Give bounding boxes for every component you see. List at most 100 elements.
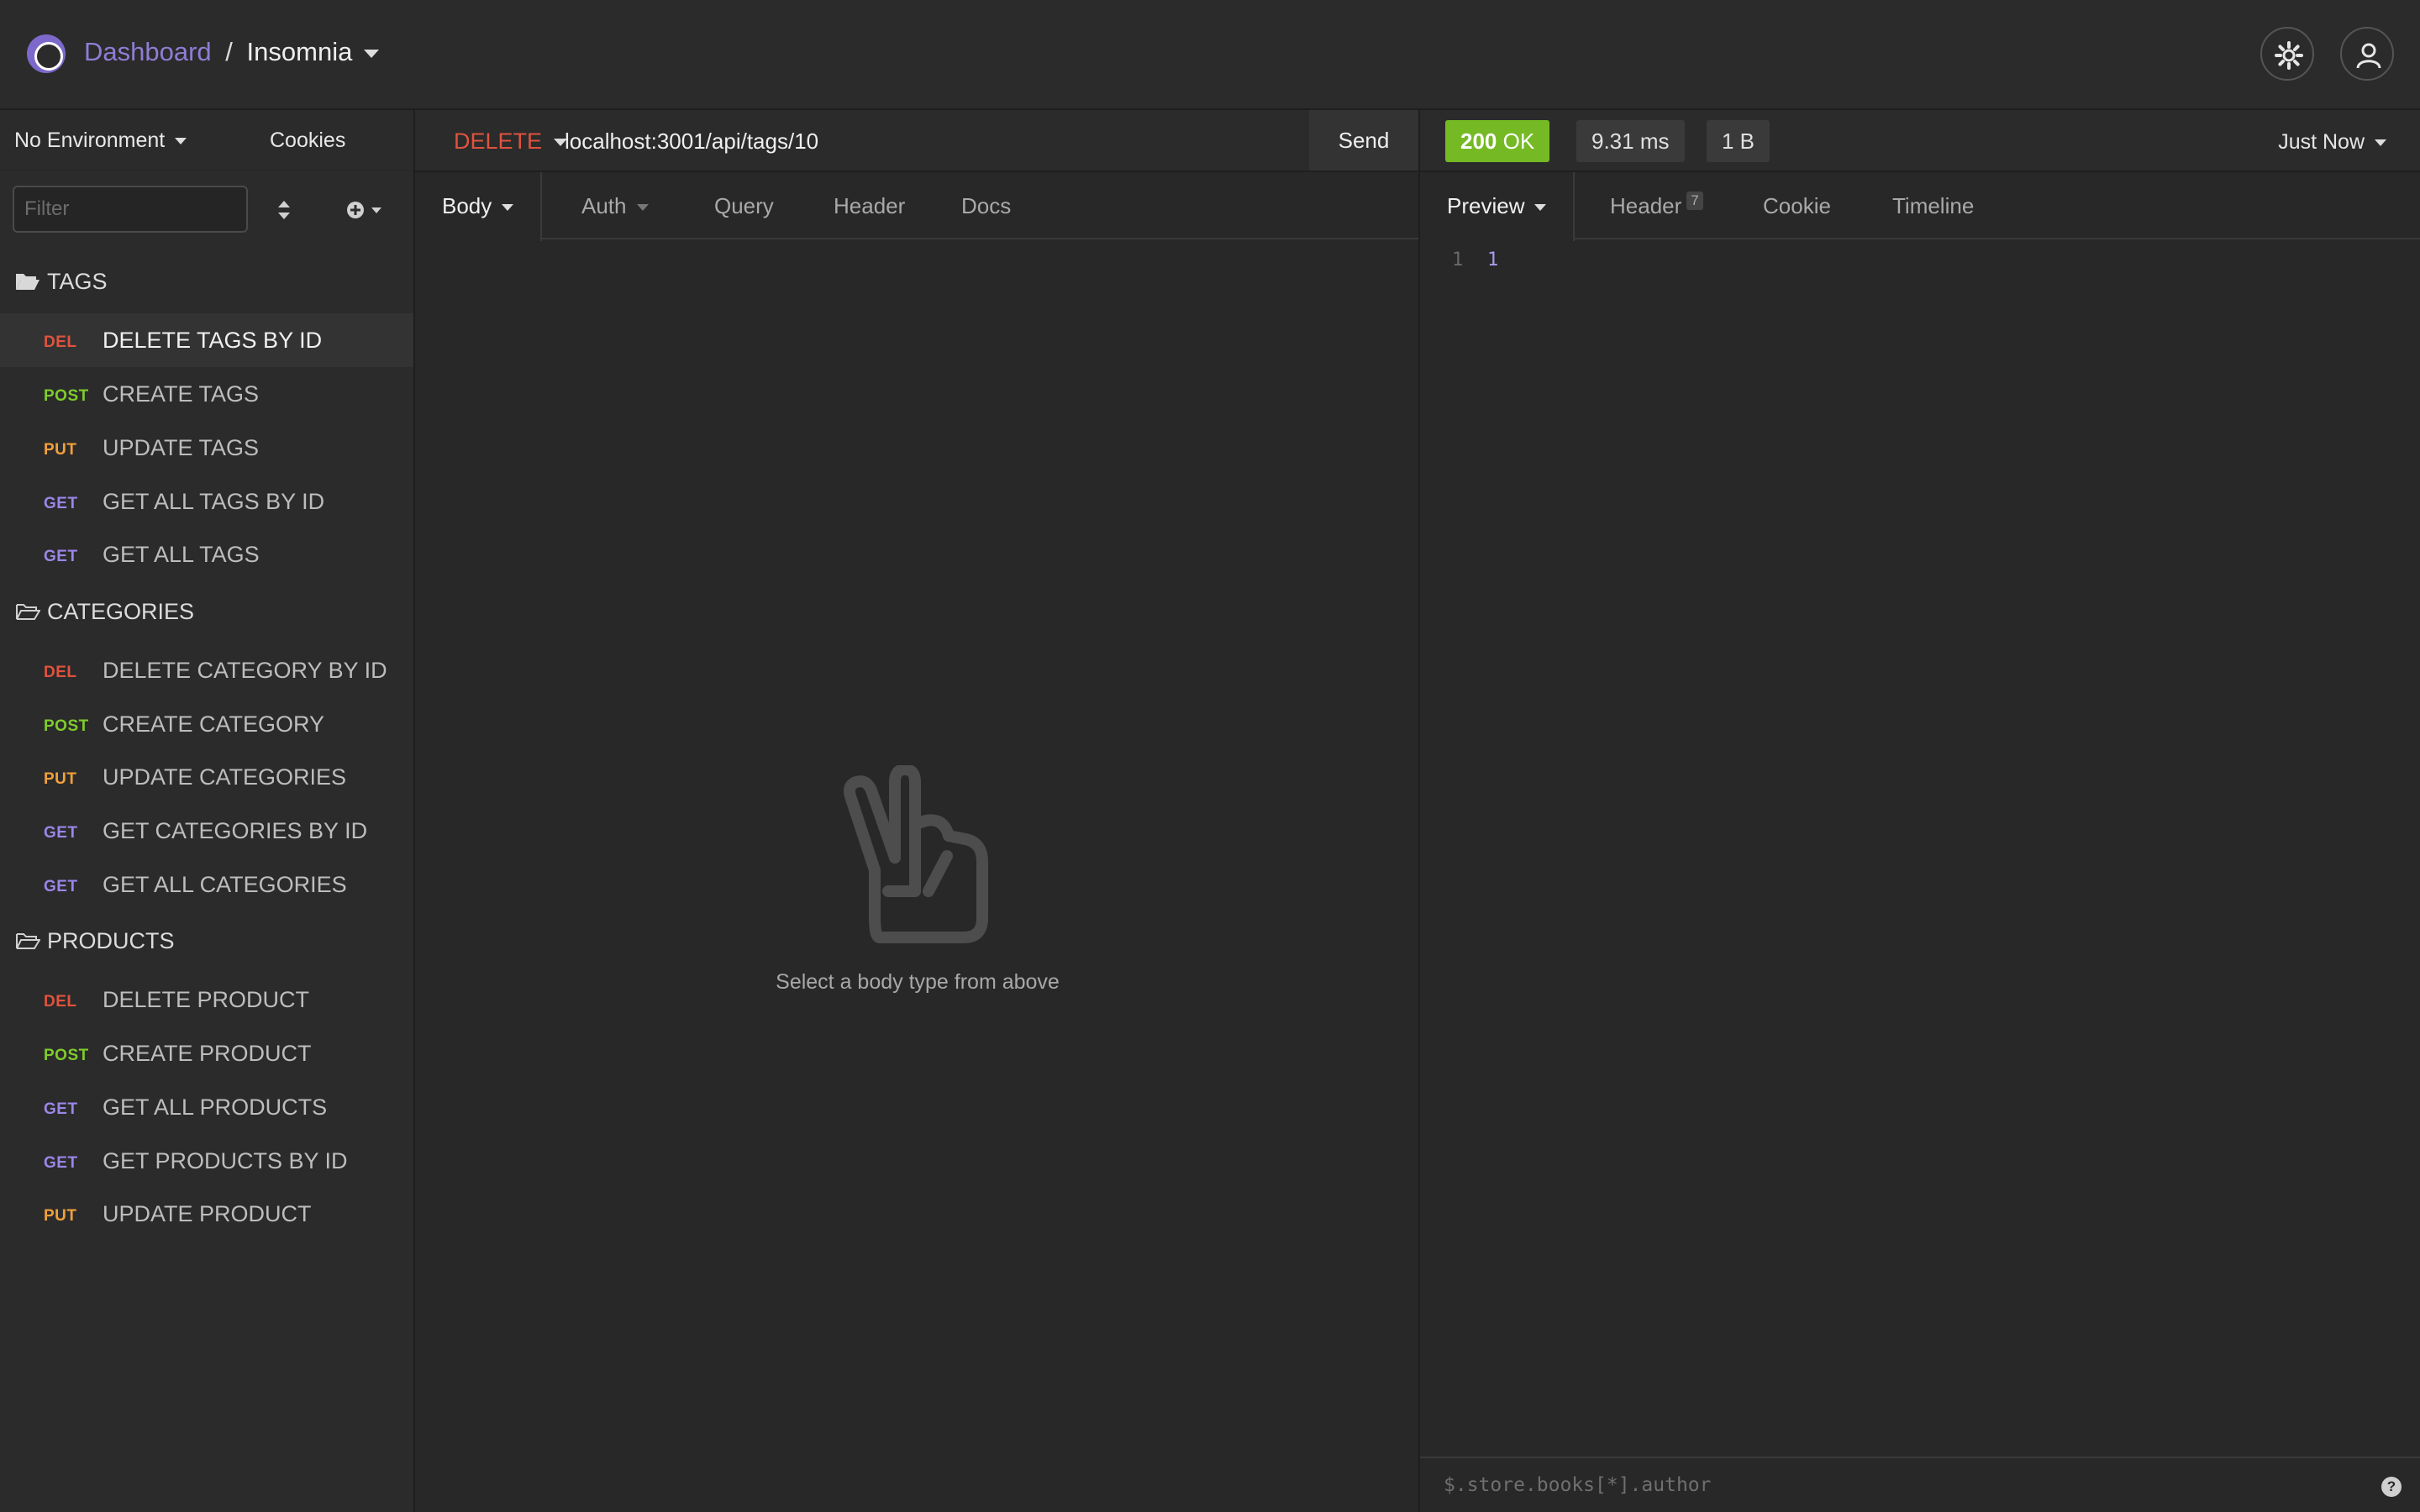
method-badge: PUT — [44, 770, 77, 788]
history-label: Just Now — [2278, 130, 2365, 154]
send-button[interactable]: Send — [1309, 110, 1418, 171]
request-name: UPDATE PRODUCT — [103, 1201, 312, 1226]
method-badge: GET — [44, 548, 78, 565]
url-input[interactable] — [565, 122, 1270, 160]
method-badge: POST — [44, 717, 89, 735]
breadcrumb-separator: / — [225, 37, 233, 66]
request-item[interactable]: DEL DELETE TAGS BY ID — [0, 313, 413, 367]
peace-hand-icon — [844, 764, 988, 943]
time-badge: 9.31 ms — [1576, 120, 1685, 162]
request-tabs: Body Auth Query Header Docs — [415, 172, 1418, 241]
method-dropdown[interactable]: DELETE — [454, 129, 568, 155]
workspace-name: Insomnia — [246, 37, 353, 66]
request-item[interactable]: PUT UPDATE TAGS — [0, 421, 413, 475]
settings-button[interactable] — [2260, 27, 2314, 81]
tab-cookie[interactable]: Cookie — [1736, 172, 1858, 239]
user-icon — [2356, 43, 2381, 69]
line-number: 1 — [1452, 249, 1464, 270]
cookies-button[interactable]: Cookies — [270, 129, 345, 153]
request-item[interactable]: PUT UPDATE CATEGORIES — [0, 750, 413, 804]
folder-tags[interactable]: TAGS — [15, 269, 108, 302]
breadcrumb: Dashboard / Insomnia — [84, 37, 380, 67]
response-body: 1 1 — [1420, 244, 2420, 278]
request-item[interactable]: GET GET ALL CATEGORIES — [0, 858, 413, 911]
request-name: GET ALL PRODUCTS — [103, 1095, 328, 1120]
sort-icon[interactable] — [274, 197, 294, 223]
folder-categories[interactable]: CATEGORIES — [15, 599, 194, 633]
request-name: DELETE PRODUCT — [103, 987, 310, 1012]
folder-label: TAGS — [47, 269, 108, 294]
method-badge: POST — [44, 1047, 89, 1064]
method-badge: DEL — [44, 664, 77, 681]
history-dropdown[interactable]: Just Now — [2278, 130, 2386, 155]
sidebar: No Environment Cookies TAGS DEL DELETE T… — [0, 110, 415, 1512]
folder-icon — [16, 604, 41, 620]
request-name: CREATE PRODUCT — [103, 1041, 312, 1066]
request-name: CREATE CATEGORY — [103, 711, 325, 737]
tab-preview[interactable]: Preview — [1420, 172, 1576, 241]
caret-down-icon — [175, 138, 187, 145]
response-filter-bar: ? — [1420, 1457, 2420, 1512]
folder-open-icon — [16, 274, 39, 290]
request-item[interactable]: POST CREATE PRODUCT — [0, 1026, 413, 1080]
request-name: GET ALL TAGS — [103, 542, 260, 567]
request-name: GET CATEGORIES BY ID — [103, 818, 368, 843]
request-name: DELETE TAGS BY ID — [103, 328, 323, 353]
request-item[interactable]: PUT UPDATE PRODUCT — [0, 1187, 413, 1241]
request-item[interactable]: GET GET ALL TAGS BY ID — [0, 475, 413, 528]
response-value: 1 — [1487, 249, 1499, 270]
request-pane: DELETE Send Body Auth Query Header Docs … — [415, 110, 1420, 1512]
tab-label: Preview — [1447, 193, 1525, 218]
method-badge: GET — [44, 495, 78, 512]
logo-icon[interactable] — [27, 34, 66, 73]
method-badge: POST — [44, 387, 89, 405]
request-item[interactable]: GET GET CATEGORIES BY ID — [0, 804, 413, 858]
caret-down-icon — [502, 204, 514, 212]
folder-products[interactable]: PRODUCTS — [15, 928, 175, 962]
help-icon[interactable]: ? — [2381, 1477, 2402, 1497]
tab-auth[interactable]: Auth — [555, 172, 676, 239]
tab-docs[interactable]: Docs — [934, 172, 1038, 239]
workspace-dropdown[interactable]: Insomnia — [247, 37, 380, 66]
tab-label: Body — [442, 193, 492, 218]
add-item-icon[interactable] — [345, 197, 385, 223]
tab-header[interactable]: Header — [807, 172, 932, 239]
response-bar: 200 OK 9.31 ms 1 B Just Now — [1420, 110, 2420, 172]
response-pane: 200 OK 9.31 ms 1 B Just Now Preview Head… — [1420, 110, 2420, 1512]
request-name: DELETE CATEGORY BY ID — [103, 658, 387, 683]
request-item[interactable]: DEL DELETE PRODUCT — [0, 973, 413, 1026]
tab-body[interactable]: Body — [415, 172, 543, 241]
request-name: GET ALL CATEGORIES — [103, 872, 347, 897]
status-text: OK — [1502, 129, 1535, 154]
tab-timeline[interactable]: Timeline — [1865, 172, 2001, 239]
method-badge: GET — [44, 1154, 78, 1172]
environment-dropdown[interactable]: No Environment — [14, 129, 187, 153]
tab-response-header[interactable]: Header 7 — [1583, 172, 1730, 239]
method-badge: GET — [44, 1100, 78, 1118]
request-name: UPDATE CATEGORIES — [103, 764, 347, 790]
dashboard-link[interactable]: Dashboard — [84, 37, 212, 66]
tab-label: Auth — [581, 193, 627, 218]
method-badge: DEL — [44, 993, 77, 1011]
request-item[interactable]: GET GET ALL TAGS — [0, 528, 413, 581]
request-item[interactable]: GET GET PRODUCTS BY ID — [0, 1134, 413, 1188]
request-name: GET ALL TAGS BY ID — [103, 489, 325, 514]
tab-query[interactable]: Query — [687, 172, 801, 239]
url-bar: DELETE Send — [415, 110, 1418, 172]
folder-label: PRODUCTS — [47, 928, 175, 953]
response-filter-input[interactable] — [1444, 1468, 2326, 1502]
method-badge: GET — [44, 878, 78, 895]
request-name: GET PRODUCTS BY ID — [103, 1148, 348, 1173]
folder-icon — [16, 933, 41, 949]
empty-state — [415, 764, 1420, 954]
method-badge: DEL — [44, 333, 77, 351]
request-item[interactable]: POST CREATE TAGS — [0, 367, 413, 421]
request-item[interactable]: POST CREATE CATEGORY — [0, 697, 413, 751]
request-item[interactable]: GET GET ALL PRODUCTS — [0, 1080, 413, 1134]
request-item[interactable]: DEL DELETE CATEGORY BY ID — [0, 643, 413, 697]
filter-input[interactable] — [13, 186, 248, 233]
top-bar: Dashboard / Insomnia — [0, 0, 2420, 110]
account-button[interactable] — [2340, 27, 2394, 81]
request-name: CREATE TAGS — [103, 381, 260, 407]
request-name: UPDATE TAGS — [103, 435, 260, 460]
